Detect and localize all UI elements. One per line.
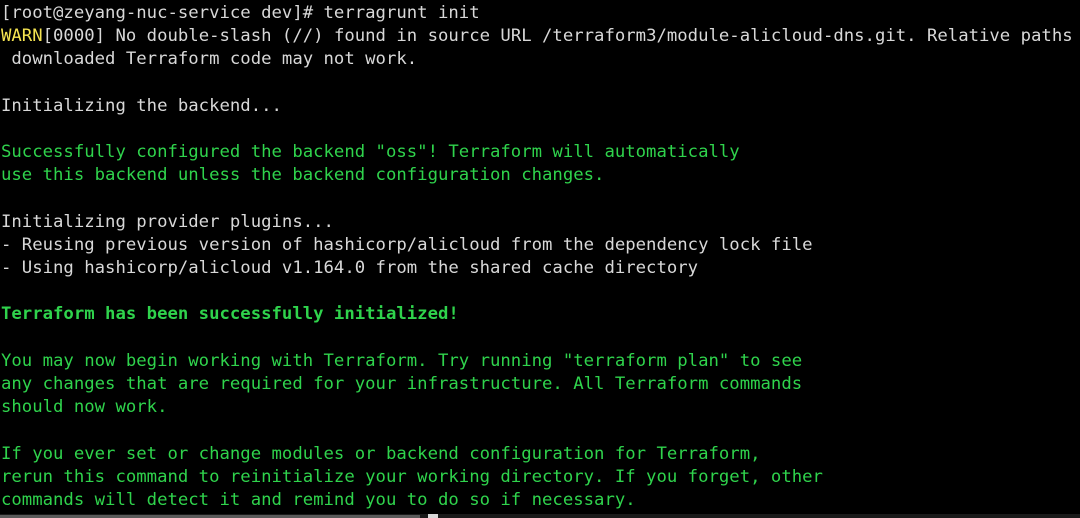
- terminal-line: use this backend unless the backend conf…: [1, 164, 1080, 187]
- warn-label: WARN: [1, 26, 43, 47]
- terminal-cursor: [428, 514, 438, 518]
- terminal-text: If you ever set or change modules or bac…: [1, 443, 761, 464]
- terminal-text: commands will detect it and remind you t…: [1, 489, 636, 510]
- terminal-line: If you ever set or change modules or bac…: [1, 443, 1080, 466]
- terminal-text: You may now begin working with Terraform…: [1, 350, 803, 371]
- terminal-line: WARN[0000] No double-slash (//) found in…: [1, 25, 1080, 48]
- terminal-text: [0000] No double-slash (//) found in sou…: [42, 26, 1080, 47]
- terminal-line: Successfully configured the backend "oss…: [1, 141, 1080, 164]
- terminal-line: You may now begin working with Terraform…: [1, 350, 1080, 373]
- terminal-line: should now work.: [1, 396, 1080, 419]
- terminal-window[interactable]: [root@zeyang-nuc-service dev]# terragrun…: [0, 0, 1080, 518]
- terminal-text: Terraform has been successfully initiali…: [1, 304, 459, 325]
- terminal-line: Initializing provider plugins...: [1, 211, 1080, 234]
- terminal-line: - Using hashicorp/alicloud v1.164.0 from…: [1, 257, 1080, 280]
- terminal-text: rerun this command to reinitialize your …: [1, 466, 823, 487]
- terminal-text: [root@zeyang-nuc-service dev]# terragrun…: [1, 3, 480, 23]
- terminal-line: Terraform has been successfully initiali…: [1, 303, 1080, 326]
- horizontal-scrollbar[interactable]: [0, 514, 1080, 518]
- terminal-line: rerun this command to reinitialize your …: [1, 466, 1080, 489]
- terminal-text: use this backend unless the backend conf…: [1, 165, 605, 186]
- terminal-line: Initializing the backend...: [1, 95, 1080, 118]
- terminal-line: commands will detect it and remind you t…: [1, 489, 1080, 512]
- terminal-text: Initializing provider plugins...: [1, 211, 334, 232]
- terminal-text: should now work.: [1, 397, 168, 418]
- terminal-line: - Reusing previous version of hashicorp/…: [1, 234, 1080, 257]
- terminal-text: Initializing the backend...: [1, 95, 282, 116]
- terminal-line: any changes that are required for your i…: [1, 373, 1080, 396]
- terminal-text: Successfully configured the backend "oss…: [1, 142, 740, 163]
- terminal-line: downloaded Terraform code may not work.: [1, 48, 1080, 71]
- terminal-text: any changes that are required for your i…: [1, 374, 803, 394]
- terminal-line: [root@zeyang-nuc-service dev]# terragrun…: [1, 2, 1080, 25]
- terminal-text: - Reusing previous version of hashicorp/…: [1, 234, 813, 255]
- terminal-output: [root@zeyang-nuc-service dev]# terragrun…: [1, 2, 1080, 512]
- terminal-text: - Using hashicorp/alicloud v1.164.0 from…: [1, 258, 699, 279]
- terminal-text: downloaded Terraform code may not work.: [1, 49, 418, 70]
